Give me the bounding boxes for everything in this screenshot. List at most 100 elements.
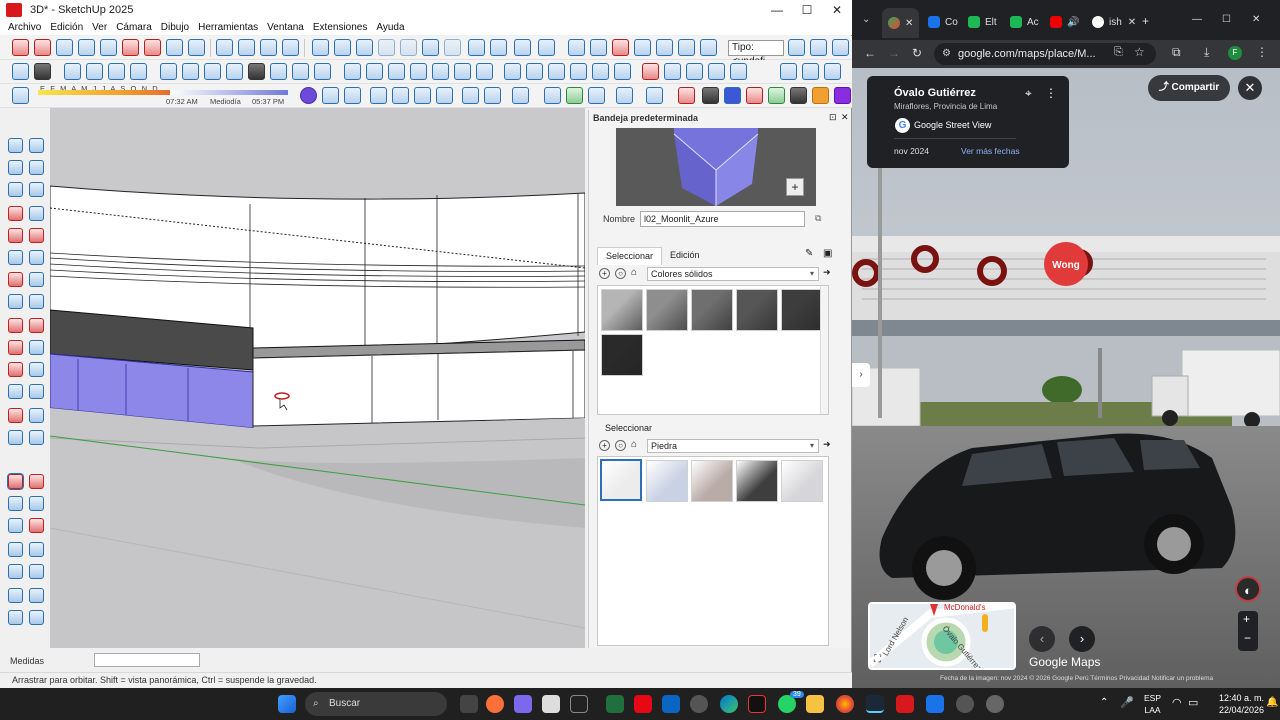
- ramp-icon[interactable]: [616, 87, 633, 104]
- model-info-icon[interactable]: [538, 39, 555, 56]
- pie-icon[interactable]: [29, 294, 44, 309]
- fredo-radial-icon[interactable]: [746, 87, 763, 104]
- home-icon[interactable]: ⌂: [631, 267, 637, 278]
- tab-1[interactable]: Co: [928, 12, 958, 32]
- outer-shell-icon[interactable]: [504, 63, 521, 80]
- chrome-maximize-button[interactable]: ☐: [1222, 14, 1231, 25]
- firefox-icon[interactable]: [486, 695, 504, 713]
- site-info-icon[interactable]: ⚙: [942, 43, 951, 65]
- tab-close-icon[interactable]: ✕: [1128, 17, 1136, 28]
- scrollbar[interactable]: [820, 286, 828, 414]
- reload-icon[interactable]: ↻: [912, 46, 922, 60]
- sketchup-icon[interactable]: [896, 695, 914, 713]
- close-button[interactable]: ✕: [822, 0, 852, 20]
- tab-search-icon[interactable]: ⌄: [862, 14, 870, 25]
- duplicate-icon[interactable]: ⧉: [815, 213, 821, 224]
- 3d-viewport[interactable]: [50, 108, 585, 648]
- tab-4[interactable]: 🔊: [1050, 12, 1079, 32]
- front-view-icon[interactable]: [108, 63, 125, 80]
- new-file-icon[interactable]: [312, 39, 329, 56]
- solid-swatch-3[interactable]: [691, 289, 733, 331]
- protractor-icon[interactable]: [664, 63, 681, 80]
- tab-5[interactable]: ish ✕: [1092, 12, 1136, 32]
- rotate-icon[interactable]: [8, 340, 23, 355]
- save-icon[interactable]: [356, 39, 373, 56]
- print-icon[interactable]: [514, 39, 531, 56]
- close-panel-icon[interactable]: [824, 63, 841, 80]
- solid-swatch-2[interactable]: [646, 289, 688, 331]
- polygon-icon[interactable]: [29, 250, 44, 265]
- notifications-icon[interactable]: 🔔: [1266, 697, 1278, 708]
- checkmark-icon[interactable]: [788, 39, 805, 56]
- axes-icon[interactable]: [708, 63, 725, 80]
- smoove-icon[interactable]: [612, 39, 629, 56]
- next-photo-button[interactable]: ›: [1069, 626, 1095, 652]
- orbit-icon[interactable]: [12, 39, 29, 56]
- house-front-icon[interactable]: [344, 63, 361, 80]
- mic-icon[interactable]: 🎤: [1120, 696, 1134, 709]
- zoom-in-button[interactable]: +: [1243, 612, 1250, 626]
- download-icon[interactable]: ⤓: [1204, 45, 1209, 60]
- zoom-out-button[interactable]: −: [1244, 631, 1251, 645]
- stone-swatch-2[interactable]: [646, 460, 688, 502]
- text-tool-icon[interactable]: [29, 408, 44, 423]
- tablet-icon[interactable]: [570, 695, 588, 713]
- stone-swatch-4[interactable]: [736, 460, 778, 502]
- maximize-button[interactable]: ☐: [792, 0, 822, 20]
- hidden-line-icon[interactable]: [226, 63, 243, 80]
- right-view-icon[interactable]: [130, 63, 147, 80]
- menu-edicion[interactable]: Edición: [50, 22, 83, 33]
- bookmark-star-icon[interactable]: ☆: [1134, 45, 1145, 59]
- previous-tool-icon[interactable]: [29, 518, 44, 533]
- zoom-tool-icon[interactable]: [8, 496, 23, 511]
- minimize-button[interactable]: —: [762, 0, 792, 20]
- previous-photo-button[interactable]: ‹: [1029, 626, 1055, 652]
- arch-icon[interactable]: [512, 87, 529, 104]
- edge-icon[interactable]: [720, 695, 738, 713]
- line-icon[interactable]: [8, 206, 23, 221]
- move-icon[interactable]: [8, 318, 23, 333]
- shaded-textures-icon[interactable]: [270, 63, 287, 80]
- arc-window-icon[interactable]: [392, 87, 409, 104]
- start-icon[interactable]: [278, 695, 296, 713]
- layers-tool-icon[interactable]: [29, 610, 44, 625]
- create-material-button[interactable]: +: [786, 178, 804, 196]
- tab-edicion[interactable]: Edición: [662, 247, 708, 265]
- gear-icon-2[interactable]: [462, 87, 479, 104]
- document-icon[interactable]: [12, 63, 29, 80]
- protractor-tool-icon[interactable]: [8, 408, 23, 423]
- pan-icon[interactable]: [34, 39, 51, 56]
- push-pull-icon[interactable]: [29, 318, 44, 333]
- menu-ventana[interactable]: Ventana: [267, 22, 304, 33]
- compass-icon[interactable]: ◐: [1235, 576, 1261, 602]
- tab-2[interactable]: Elt: [968, 12, 997, 32]
- house-right-icon[interactable]: [410, 63, 427, 80]
- menu-dibujo[interactable]: Dibujo: [161, 22, 189, 33]
- union-icon[interactable]: [548, 63, 565, 80]
- fredo-stretch-icon[interactable]: [834, 87, 851, 104]
- house-left-icon[interactable]: [388, 63, 405, 80]
- solid-swatch-1[interactable]: [601, 289, 643, 331]
- house-bottom-icon[interactable]: [454, 63, 471, 80]
- position-camera-icon[interactable]: [144, 39, 161, 56]
- zoom-window-icon[interactable]: [78, 39, 95, 56]
- eraser-icon[interactable]: [29, 160, 44, 175]
- fredo-twist-icon[interactable]: [768, 87, 785, 104]
- stone-swatch-3[interactable]: [691, 460, 733, 502]
- house-back-icon[interactable]: [366, 63, 383, 80]
- curve-icon[interactable]: [646, 87, 663, 104]
- shape-icon[interactable]: [29, 182, 44, 197]
- interact-icon[interactable]: [282, 39, 299, 56]
- two-point-arc-icon[interactable]: [29, 272, 44, 287]
- redo-icon[interactable]: [490, 39, 507, 56]
- battery-icon[interactable]: ▭: [1188, 696, 1198, 709]
- 3d-text-tool-icon[interactable]: [29, 430, 44, 445]
- house-iso-icon[interactable]: [476, 63, 493, 80]
- close-street-view-button[interactable]: ✕: [1238, 76, 1262, 100]
- xray-icon[interactable]: [160, 63, 177, 80]
- extensions-icon[interactable]: ⧉: [1172, 45, 1181, 60]
- model-materials-icon[interactable]: ▣: [823, 248, 832, 259]
- tag-icon[interactable]: [8, 182, 23, 197]
- rotated-rectangle-icon[interactable]: [29, 228, 44, 243]
- forward-icon[interactable]: →: [888, 46, 900, 60]
